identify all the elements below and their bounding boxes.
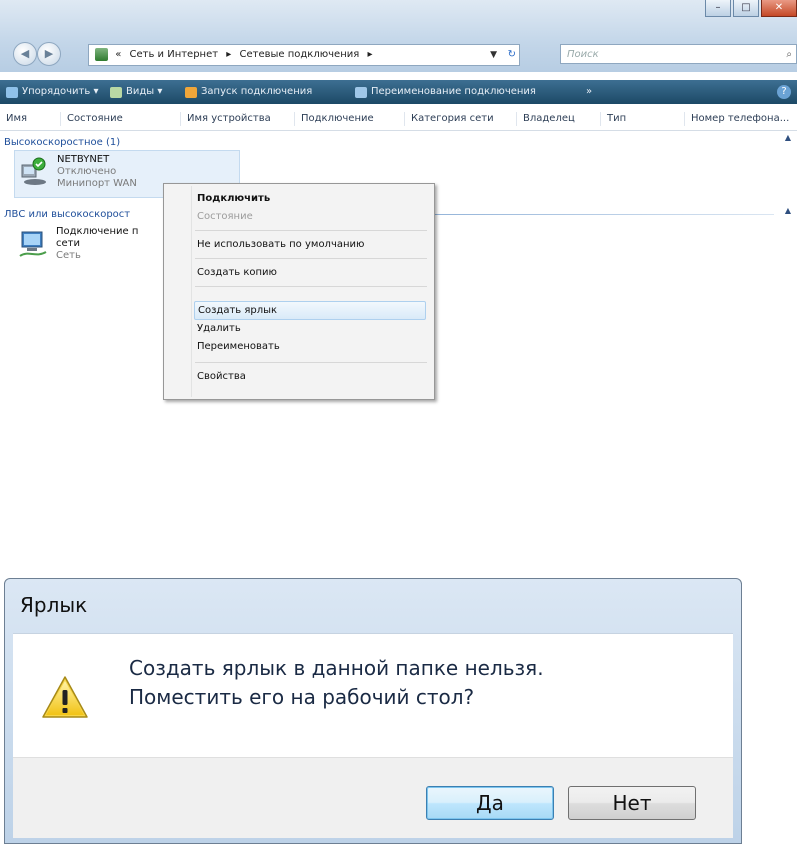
navigation-row: ◀ ▶ « Сеть и Интернет ▸ Сетевые подключе… xyxy=(0,40,797,70)
dialup-connection-icon xyxy=(21,157,46,185)
collapse-group-icon[interactable]: ▲ xyxy=(785,133,791,142)
help-icon[interactable]: ? xyxy=(777,85,791,99)
explorer-window: – □ ✕ ◀ ▶ « Сеть и Интернет ▸ Сетевые по… xyxy=(0,0,797,575)
address-dropdown-icon[interactable]: ▼ xyxy=(490,45,497,65)
no-button[interactable]: Нет xyxy=(568,786,696,820)
dialog-footer: Да Нет xyxy=(13,757,733,838)
start-connection-button[interactable]: Запуск подключения xyxy=(185,80,312,104)
dialog-title: Ярлык xyxy=(20,593,88,617)
dialog-message-line1: Создать ярлык в данной папке нельзя. xyxy=(129,656,544,680)
maximize-button[interactable]: □ xyxy=(733,0,759,17)
warning-icon xyxy=(42,676,88,718)
menu-separator xyxy=(195,362,427,363)
column-header-status[interactable]: Состояние xyxy=(60,112,123,126)
menu-item-create-shortcut[interactable]: Создать ярлык xyxy=(194,301,426,320)
menu-separator xyxy=(195,258,427,259)
rename-icon xyxy=(355,86,367,98)
column-headers: Имя Состояние Имя устройства Подключение… xyxy=(0,108,797,131)
organize-label: Упорядочить ▾ xyxy=(22,86,99,97)
connection-name: Подключение п xyxy=(56,226,139,237)
views-button[interactable]: Виды ▾ xyxy=(110,80,162,104)
address-bar[interactable]: « Сеть и Интернет ▸ Сетевые подключения … xyxy=(88,44,520,66)
menu-item-create-copy[interactable]: Создать копию xyxy=(197,264,277,282)
dialog-message: Создать ярлык в данной папке нельзя. Пом… xyxy=(129,654,544,712)
connect-icon xyxy=(185,86,197,98)
organize-icon xyxy=(6,86,18,98)
column-header-name[interactable]: Имя xyxy=(0,112,27,126)
column-header-owner[interactable]: Владелец xyxy=(516,112,575,126)
menu-item-rename[interactable]: Переименовать xyxy=(197,338,280,356)
rename-connection-button[interactable]: Переименование подключения xyxy=(355,80,536,104)
column-header-type[interactable]: Тип xyxy=(600,112,626,126)
menu-item-delete[interactable]: Удалить xyxy=(197,320,241,338)
breadcrumb-separator[interactable]: ▸ xyxy=(367,49,372,60)
connection-name-line2: сети xyxy=(56,238,80,249)
network-folder-icon xyxy=(95,47,108,61)
minimize-button[interactable]: – xyxy=(705,0,731,17)
column-header-connection[interactable]: Подключение xyxy=(294,112,374,126)
connection-device: Минипорт WAN xyxy=(57,178,137,189)
dialog-message-line2: Поместить его на рабочий стол? xyxy=(129,685,475,709)
toolbar-overflow-button[interactable]: » xyxy=(586,80,592,104)
caption-buttons: – □ ✕ xyxy=(703,0,797,17)
views-icon xyxy=(110,86,122,98)
column-header-phone[interactable]: Номер телефона... xyxy=(684,112,789,126)
search-placeholder: Поиск xyxy=(567,49,599,60)
group-header-lan[interactable]: ЛВС или высокоскорост xyxy=(4,209,130,220)
rename-connection-label: Переименование подключения xyxy=(371,86,536,97)
column-header-device[interactable]: Имя устройства xyxy=(180,112,271,126)
close-button[interactable]: ✕ xyxy=(761,0,797,17)
connection-item-lan[interactable]: Подключение п сети Сеть xyxy=(18,224,168,270)
search-input[interactable]: Поиск ⌕ xyxy=(560,44,797,64)
menu-item-not-default[interactable]: Не использовать по умолчанию xyxy=(197,236,364,254)
context-menu: Подключить Состояние Не использовать по … xyxy=(163,183,435,400)
breadcrumb-network-internet[interactable]: Сеть и Интернет xyxy=(130,49,219,60)
yes-button[interactable]: Да xyxy=(426,786,554,820)
organize-button[interactable]: Упорядочить ▾ xyxy=(6,80,98,104)
column-header-category[interactable]: Категория сети xyxy=(404,112,494,126)
start-connection-label: Запуск подключения xyxy=(201,86,313,97)
views-label: Виды ▾ xyxy=(126,86,163,97)
connection-name: NETBYNET xyxy=(57,154,110,165)
menu-gutter xyxy=(191,186,192,397)
group-header-highspeed[interactable]: Высокоскоростное (1) xyxy=(4,137,120,148)
menu-separator xyxy=(195,286,427,287)
address-chevrons[interactable]: « xyxy=(115,49,121,60)
command-toolbar: Упорядочить ▾ Виды ▾ Запуск подключения … xyxy=(0,80,797,104)
refresh-icon[interactable]: ↻ xyxy=(508,45,516,65)
title-bar: – □ ✕ ◀ ▶ « Сеть и Интернет ▸ Сетевые по… xyxy=(0,0,797,72)
shortcut-dialog: Ярлык Создать ярлык в данной папке нельз… xyxy=(4,578,742,844)
lan-connection-icon xyxy=(19,231,47,257)
menu-separator xyxy=(195,230,427,231)
breadcrumb-network-connections[interactable]: Сетевые подключения xyxy=(239,49,359,60)
dialog-content: Создать ярлык в данной папке нельзя. Пом… xyxy=(13,633,733,758)
group-divider xyxy=(434,214,774,215)
breadcrumb-separator[interactable]: ▸ xyxy=(226,49,231,60)
forward-button[interactable]: ▶ xyxy=(37,42,61,66)
menu-item-properties[interactable]: Свойства xyxy=(197,368,246,386)
search-icon[interactable]: ⌕ xyxy=(786,45,792,65)
menu-item-connect[interactable]: Подключить xyxy=(197,190,270,208)
back-button[interactable]: ◀ xyxy=(13,42,37,66)
collapse-group-icon[interactable]: ▲ xyxy=(785,206,791,215)
connection-status: Отключено xyxy=(57,166,117,177)
menu-item-status[interactable]: Состояние xyxy=(197,208,253,226)
toolbar-overflow-label: » xyxy=(586,86,593,97)
connection-network: Сеть xyxy=(56,250,81,261)
